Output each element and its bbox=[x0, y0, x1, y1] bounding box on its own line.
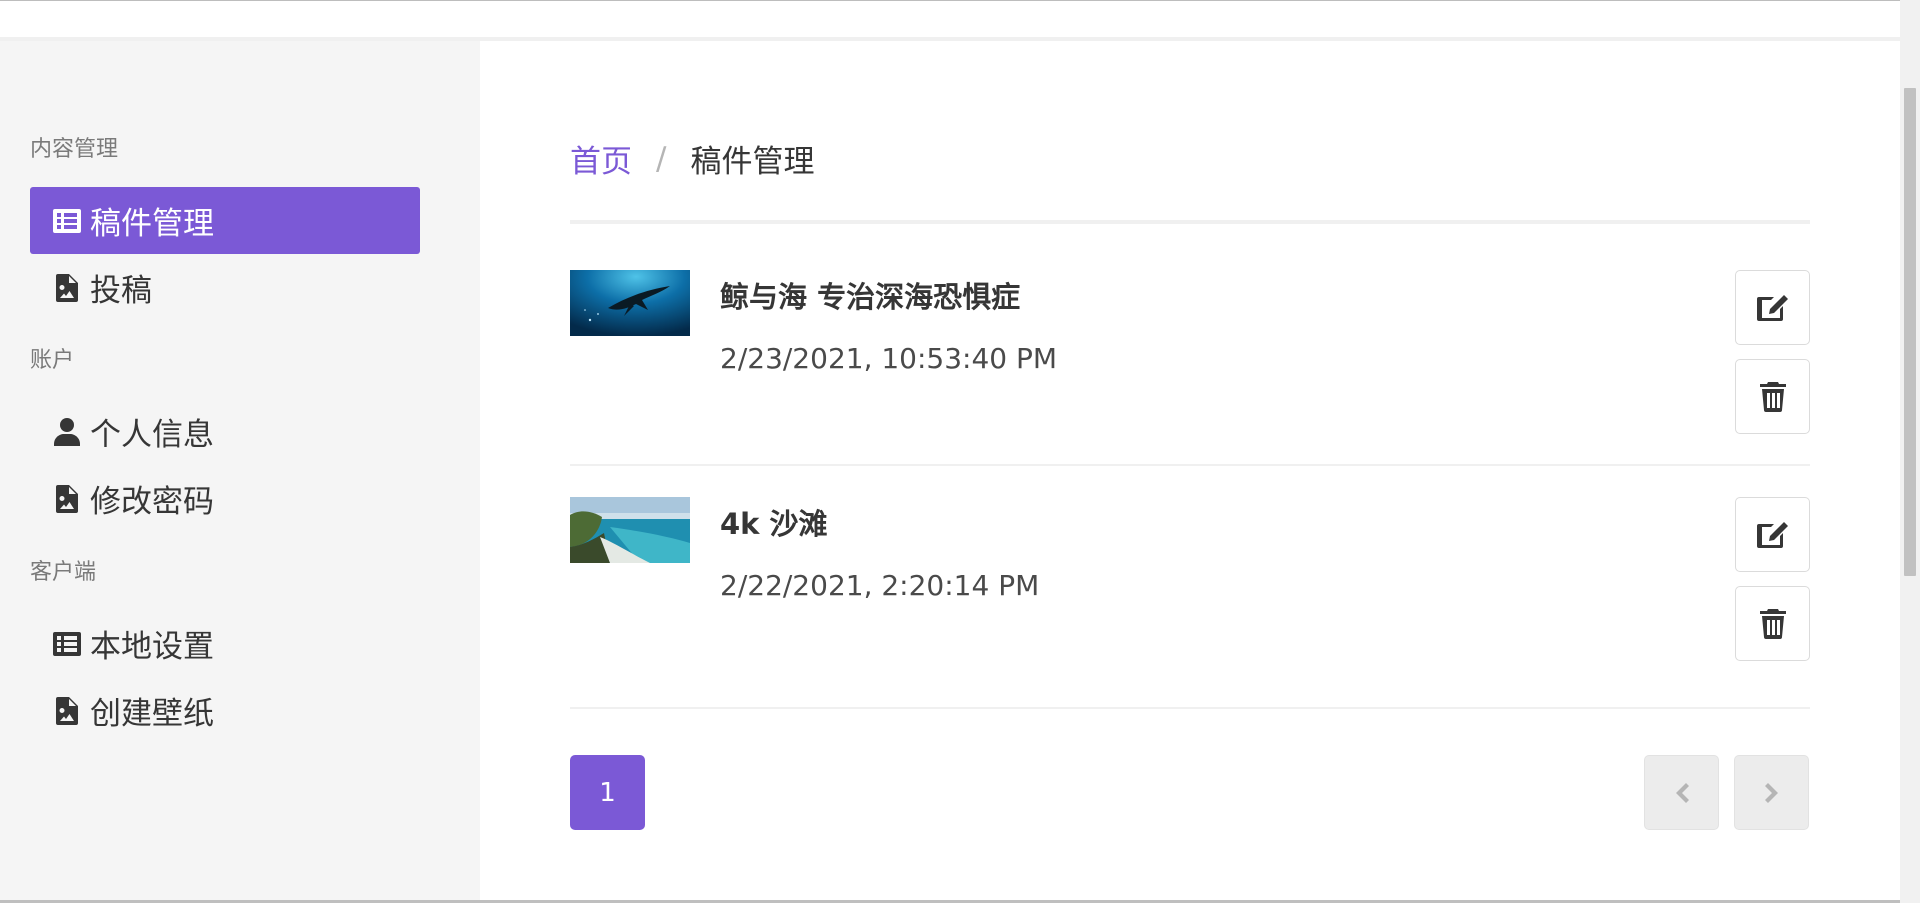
delete-button[interactable] bbox=[1735, 359, 1810, 434]
chevron-right-icon bbox=[1764, 782, 1778, 803]
list-item: 鲸与海 专治深海恐惧症 2/23/2021, 10:53:40 PM bbox=[570, 270, 1810, 438]
breadcrumb-current: 稿件管理 bbox=[690, 144, 815, 180]
file-image-icon bbox=[52, 484, 82, 514]
pagination-next-button[interactable] bbox=[1734, 755, 1809, 830]
list-icon bbox=[52, 629, 82, 659]
sidebar: 内容管理 稿件管理 投稿 账户 个人信息 修改密码 客户端 本地设置 创建壁纸 bbox=[0, 41, 480, 903]
divider bbox=[570, 707, 1810, 709]
edit-icon bbox=[1756, 521, 1788, 548]
sidebar-item-submit[interactable]: 投稿 bbox=[30, 254, 420, 321]
sidebar-item-label: 稿件管理 bbox=[90, 206, 214, 242]
chevron-left-icon bbox=[1675, 782, 1689, 803]
edit-button[interactable] bbox=[1735, 497, 1810, 572]
top-bar bbox=[0, 0, 1900, 41]
user-icon bbox=[52, 417, 82, 447]
file-image-icon bbox=[52, 273, 82, 303]
divider bbox=[570, 464, 1810, 466]
menu-label-content: 内容管理 bbox=[30, 137, 119, 162]
sidebar-item-change-password[interactable]: 修改密码 bbox=[30, 465, 420, 532]
main-content: 首页 / 稿件管理 鲸与海 专治深海恐惧症 2/23/2021, 10:53:4… bbox=[480, 41, 1900, 903]
trash-icon bbox=[1759, 608, 1786, 639]
scrollbar-thumb[interactable] bbox=[1904, 88, 1916, 576]
delete-button[interactable] bbox=[1735, 586, 1810, 661]
list-icon bbox=[52, 206, 82, 236]
pagination-page-1[interactable]: 1 bbox=[570, 755, 645, 830]
edit-icon bbox=[1756, 294, 1788, 321]
post-date: 2/22/2021, 2:20:14 PM bbox=[720, 569, 1040, 602]
sidebar-item-label: 本地设置 bbox=[90, 629, 214, 665]
trash-icon bbox=[1759, 381, 1786, 412]
sidebar-item-label: 创建壁纸 bbox=[90, 696, 214, 732]
post-title[interactable]: 4k 沙滩 bbox=[720, 501, 828, 543]
menu-label-account: 账户 bbox=[30, 348, 75, 373]
edit-button[interactable] bbox=[1735, 270, 1810, 345]
breadcrumb: 首页 / 稿件管理 bbox=[570, 136, 814, 181]
post-title[interactable]: 鲸与海 专治深海恐惧症 bbox=[720, 274, 1020, 316]
sidebar-item-manuscripts[interactable]: 稿件管理 bbox=[30, 187, 420, 254]
file-image-icon bbox=[52, 696, 82, 726]
sidebar-item-label: 投稿 bbox=[90, 273, 152, 309]
sidebar-item-label: 个人信息 bbox=[90, 417, 214, 453]
breadcrumb-separator: / bbox=[656, 140, 667, 177]
post-thumbnail[interactable] bbox=[570, 497, 690, 563]
post-date: 2/23/2021, 10:53:40 PM bbox=[720, 342, 1058, 375]
divider bbox=[570, 220, 1810, 224]
post-thumbnail[interactable] bbox=[570, 270, 690, 336]
sidebar-item-label: 修改密码 bbox=[90, 484, 214, 520]
sidebar-item-local-settings[interactable]: 本地设置 bbox=[30, 610, 420, 677]
list-item: 4k 沙滩 2/22/2021, 2:20:14 PM bbox=[570, 497, 1810, 665]
scrollbar[interactable] bbox=[1900, 0, 1920, 903]
sidebar-item-profile[interactable]: 个人信息 bbox=[30, 398, 420, 465]
breadcrumb-home-link[interactable]: 首页 bbox=[570, 136, 632, 181]
sidebar-item-create-wallpaper[interactable]: 创建壁纸 bbox=[30, 677, 420, 744]
pagination-prev-button[interactable] bbox=[1644, 755, 1719, 830]
menu-label-client: 客户端 bbox=[30, 560, 97, 585]
